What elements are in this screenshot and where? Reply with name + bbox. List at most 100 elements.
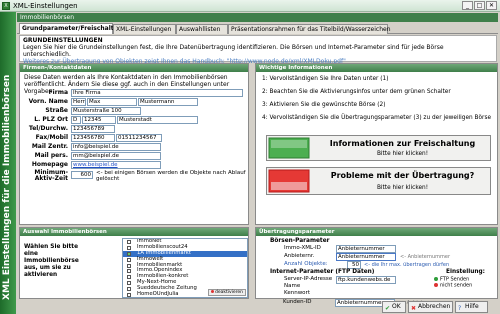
freischaltung-subtitle: Bitte hier klicken! <box>376 151 429 157</box>
info-step-4: 4: Vervollständigen Sie die Übertragungs… <box>262 115 492 121</box>
min-aktiv-note: <- bei einigen Börsen werden die Objekte… <box>96 170 246 182</box>
intro-text: Legen Sie hier die Grundeinstellungen fe… <box>23 44 444 58</box>
red-switch-icon <box>268 169 310 193</box>
server-field[interactable]: ftp.kundenwebs.de <box>336 276 396 284</box>
auswahl-panel: Auswahl Immobilienbörsen Wählen Sie bitt… <box>19 227 249 299</box>
freischaltung-info-button[interactable]: Informationen zur Freischaltung Bitte hi… <box>266 135 491 161</box>
label-strasse: Straße <box>45 107 68 114</box>
label-tel: Tel/Durchw. <box>28 125 68 132</box>
label-firma: Firma <box>48 89 68 96</box>
anbieternr-hint: <- Anbieternummer <box>400 254 451 260</box>
firma-field[interactable]: Ihre Firma <box>71 89 243 97</box>
checkbox[interactable] <box>127 251 131 256</box>
mail-zentr-field[interactable]: info@beispiel.de <box>71 143 161 151</box>
info-panel-header: Wichtige Informationen <box>256 64 497 72</box>
problem-subtitle: Bitte hier klicken! <box>376 185 429 191</box>
label-homepage: Homepage <box>31 161 68 168</box>
tel-field[interactable]: 123456789 <box>71 125 115 133</box>
checkbox[interactable] <box>127 245 131 250</box>
checkbox[interactable] <box>127 269 131 274</box>
freischaltung-title: Informationen zur Freischaltung <box>329 139 476 148</box>
label-mail-pers: Mail pers. <box>34 152 68 159</box>
mobil-field[interactable]: 01511234567 <box>116 134 162 142</box>
info-step-1: 1: Vervollständigen Sie Ihre Daten unter… <box>262 76 389 82</box>
app-icon: X <box>2 2 10 10</box>
ftp-parameter-title: Internet-Parameter (FTP Daten) <box>270 269 375 275</box>
label-mail-zentr: Mail Zentr. <box>31 143 68 150</box>
tab-praesentationsrahmen[interactable]: Präsentationsrahmen für das Titelbild/Wa… <box>228 24 391 34</box>
sidebar-banner-text: XML Einstellungen für die Immobilienbörs… <box>2 74 12 300</box>
ort-field[interactable]: Musterstadt <box>117 116 198 124</box>
intro-box: GRUNDEINSTELLUNGEN Legen Sie hier die Gr… <box>19 35 497 65</box>
anzahl-hint: <- die Ihr max. übertragen dürfen <box>364 262 450 268</box>
minimize-button[interactable]: _ <box>462 1 473 10</box>
green-switch-icon <box>268 137 310 159</box>
einstellung-label: Einstellung: <box>446 269 485 275</box>
info-step-3: 3: Aktivieren Sie die gewünschte Börse (… <box>262 102 386 108</box>
group-header: Immobilienbörsen <box>17 13 498 22</box>
checkbox[interactable] <box>127 257 131 262</box>
name-field[interactable]: Mustermann <box>138 98 198 106</box>
label-kennwort: Kennwort <box>284 290 310 296</box>
mail-pers-field[interactable]: mm@beispiel.de <box>71 152 161 160</box>
auswahl-instruction: Wählen Sie bitte eine Immobilienbörse au… <box>24 244 79 278</box>
checkbox[interactable] <box>127 240 131 244</box>
tab-grundparameter[interactable]: Grundparameter/Freischaltung <box>19 23 127 34</box>
firma-panel: Firmen-/Kontaktdaten Diese Daten werden … <box>19 63 249 225</box>
label-vorname: Vorn. Name <box>28 98 68 105</box>
plz-field[interactable]: 12345 <box>82 116 116 124</box>
vorname-field[interactable]: Max <box>87 98 137 106</box>
checkbox[interactable] <box>127 275 131 280</box>
checkbox[interactable] <box>127 293 131 297</box>
checkbox[interactable] <box>127 287 131 292</box>
label-immo-xml-id: Immo-XML-ID <box>284 245 321 251</box>
homepage-field[interactable]: www.beispiel.de <box>71 161 161 169</box>
auswahl-panel-header: Auswahl Immobilienbörsen <box>20 228 248 236</box>
window-title: XML-Einstellungen <box>13 2 78 10</box>
tab-bar: Grundparameter/Freischaltung XML-Einstel… <box>17 23 498 34</box>
label-anzahl: Anzahl Objekte: <box>284 261 328 267</box>
checkbox[interactable] <box>127 263 131 268</box>
tab-xml-einstellungen[interactable]: XML-Einstellungen <box>113 24 176 34</box>
title-bar: X XML-Einstellungen _ □ ✕ <box>0 0 500 12</box>
red-dot-icon <box>434 283 438 287</box>
problem-title: Probleme mit der Übertragung? <box>330 171 475 180</box>
info-step-2: 2: Beachten Sie die Aktivierungsinfos un… <box>262 89 451 95</box>
label-lplz: L. PLZ Ort <box>34 116 68 123</box>
strasse-field[interactable]: Musterstraße 100 <box>71 107 141 115</box>
anzahl-field[interactable]: 50 <box>347 261 361 269</box>
cancel-icon: ✖ <box>411 305 417 312</box>
uebertragung-panel: Übertragungsparameter Börsen-Parameter I… <box>255 227 498 299</box>
min-aktiv-field[interactable]: 600 <box>71 171 93 179</box>
label-kunden-id: Kunden-ID <box>283 299 312 305</box>
label-min-aktiv: Minimum-Aktiv-Zeit <box>34 169 68 182</box>
boersen-parameter-title: Börsen-Parameter <box>270 238 330 244</box>
label-server: Server-IP-Adresse <box>284 276 333 282</box>
label-fax: Fax/Mobil <box>35 134 68 141</box>
maximize-button[interactable]: □ <box>474 1 485 10</box>
immo-xml-id-field[interactable]: Anbieternummer <box>336 245 396 253</box>
ok-button[interactable]: ✔ OK <box>382 301 406 313</box>
check-icon: ✔ <box>385 305 391 312</box>
hilfe-button[interactable]: ? Hilfe <box>455 301 488 313</box>
tab-auswahllisten[interactable]: Auswahllisten <box>176 24 228 34</box>
anrede-field[interactable]: Herr <box>71 98 86 106</box>
uebertragung-panel-header: Übertragungsparameter <box>256 228 497 236</box>
red-dot-icon <box>210 290 214 293</box>
sidebar-banner: XML Einstellungen für die Immobilienbörs… <box>0 12 16 314</box>
label-name: Name <box>284 283 301 289</box>
help-icon: ? <box>458 305 462 312</box>
abbrechen-button[interactable]: ✖ Abbrechen <box>408 301 453 313</box>
close-button[interactable]: ✕ <box>486 1 497 10</box>
problem-info-button[interactable]: Probleme mit der Übertragung? Bitte hier… <box>266 167 491 195</box>
land-field[interactable]: D <box>71 116 81 124</box>
deactivate-button[interactable]: deaktivieren <box>208 289 246 296</box>
green-dot-icon <box>434 277 438 281</box>
anbieternr-field[interactable]: Anbieternummer <box>336 253 396 261</box>
checkbox[interactable] <box>127 281 131 286</box>
firma-panel-header: Firmen-/Kontaktdaten <box>20 64 248 72</box>
legend-nicht-senden: nicht senden <box>434 283 472 289</box>
label-anbieternr: Anbieternr. <box>284 253 315 259</box>
fax-field[interactable]: 123456780 <box>71 134 115 142</box>
boersen-list[interactable]: ImmoNet Immobilienscout24 1A Immobilienm… <box>122 238 248 298</box>
